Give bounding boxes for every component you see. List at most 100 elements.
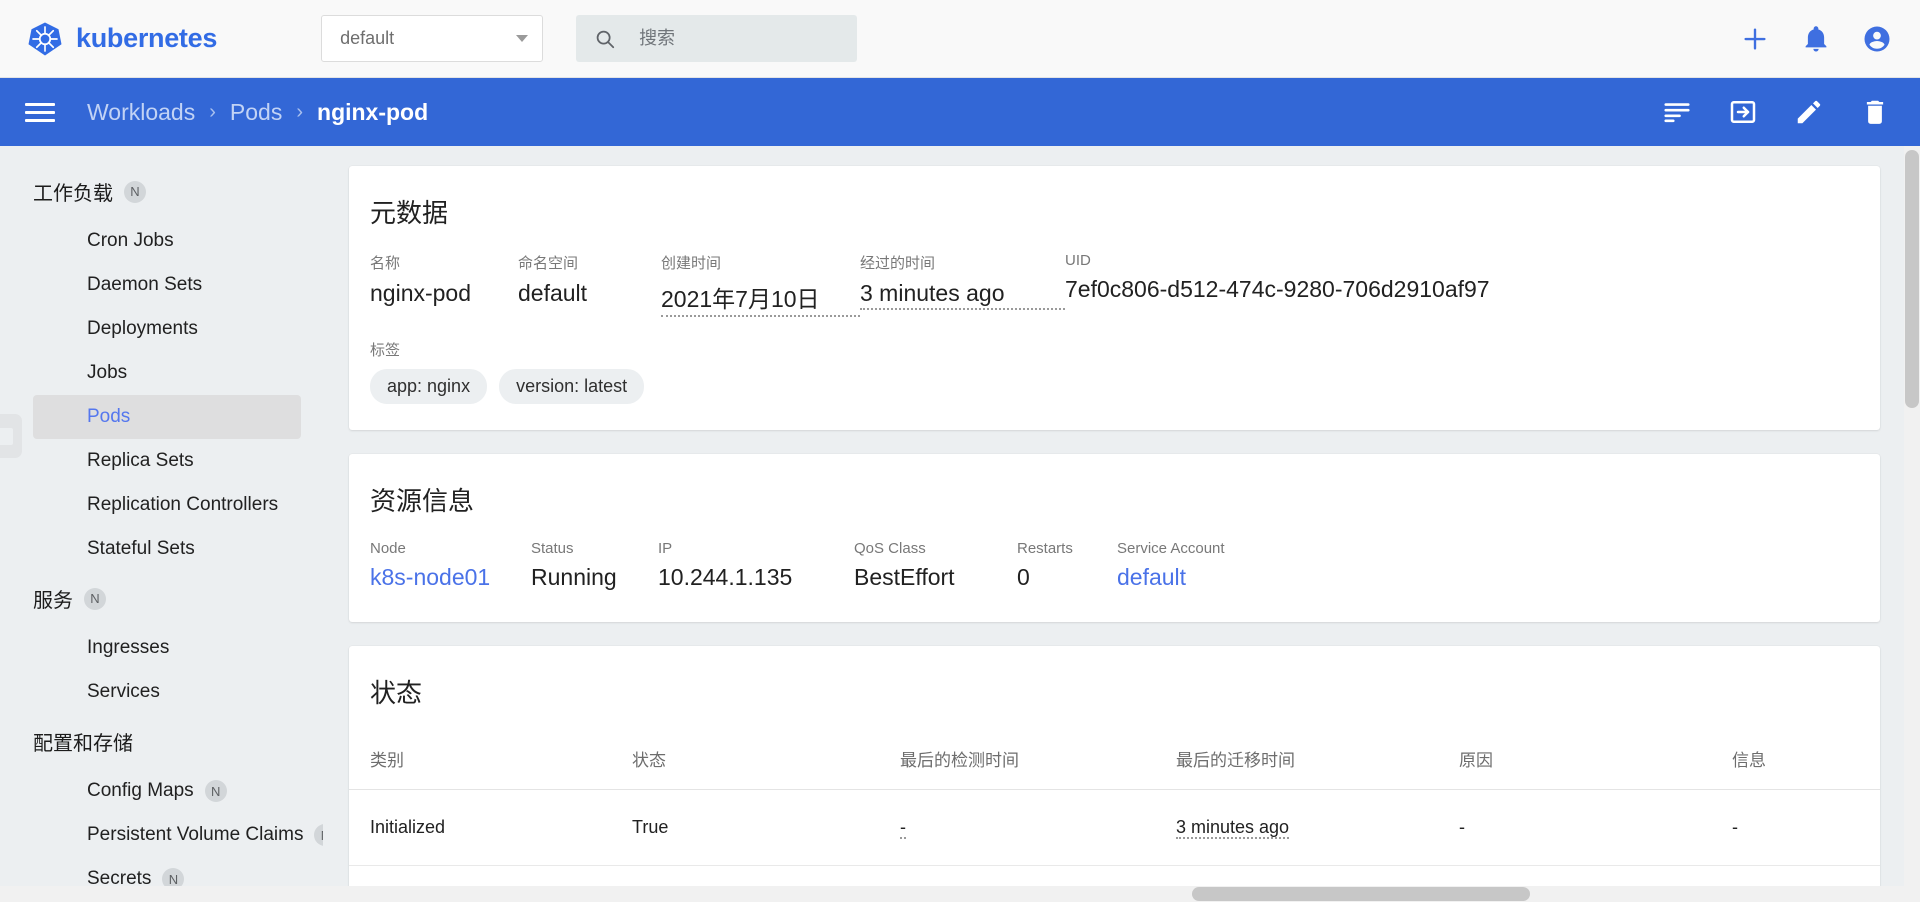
sidebar-group-workloads: 工作负载 N — [0, 164, 323, 219]
column-header-last-transition-time[interactable]: 最后的迁移时间 — [1176, 738, 1459, 790]
search-icon — [596, 30, 615, 48]
field-value: 10.244.1.135 — [658, 564, 793, 590]
pencil-edit-icon[interactable] — [1794, 97, 1824, 127]
sidebar-item-persistent-volume-claims[interactable]: Persistent Volume Claims N — [33, 813, 323, 857]
resource-field-restarts: Restarts 0 — [1017, 540, 1117, 591]
cell-value[interactable]: 3 minutes ago — [1176, 817, 1290, 839]
sidebar-item-label: Persistent Volume Claims — [87, 824, 304, 845]
breadcrumb-item-workloads[interactable]: Workloads — [87, 99, 195, 126]
cell-reason: - — [1459, 789, 1732, 866]
plus-icon[interactable] — [1740, 24, 1770, 54]
sidebar-group-services: 服务 N — [0, 571, 323, 626]
sidebar-item-label: Services — [87, 681, 160, 702]
field-label: 名称 — [370, 255, 401, 272]
search-box[interactable] — [576, 15, 858, 62]
breadcrumb-item-pods[interactable]: Pods — [230, 99, 282, 126]
label-chip[interactable]: version: latest — [499, 369, 645, 404]
cell-value[interactable]: - — [900, 817, 906, 839]
breadcrumb-actions — [1662, 97, 1890, 127]
sidebar-item-badge: N — [314, 824, 323, 846]
column-header-reason[interactable]: 原因 — [1459, 738, 1732, 790]
breadcrumb-separator: › — [296, 101, 304, 123]
cell-last-probe-time: - — [900, 789, 1176, 866]
hamburger-menu-icon[interactable] — [25, 98, 55, 127]
column-header-last-probe-time[interactable]: 最后的检测时间 — [900, 738, 1176, 790]
table-row[interactable]: Initialized True - 3 minutes ago - - — [349, 789, 1880, 866]
sidebar-item-pods[interactable]: Pods — [33, 395, 301, 439]
sidebar-group-badge: N — [124, 180, 146, 203]
exec-terminal-icon[interactable] — [1728, 97, 1758, 127]
field-value[interactable]: 3 minutes ago — [860, 280, 1065, 310]
top-app-bar: kubernetes default — [0, 0, 1920, 78]
field-value[interactable]: k8s-node01 — [370, 564, 531, 591]
status-conditions-table: 类别 状态 最后的检测时间 最后的迁移时间 原因 信息 Initialized … — [349, 738, 1880, 902]
metadata-field-labels: 标签 app: nginx version: latest — [370, 339, 645, 404]
sidebar-item-label: Cron Jobs — [87, 230, 174, 251]
field-label: 命名空间 — [518, 255, 579, 272]
field-label: Node — [370, 540, 406, 557]
main-content: 元数据 名称 nginx-pod 命名空间 default 创建时间 2021年… — [323, 146, 1906, 902]
resource-fields-row: Node k8s-node01 Status Running IP 10.244… — [349, 518, 1880, 622]
sidebar-item-deployments[interactable]: Deployments — [33, 307, 301, 351]
sidebar-item-cron-jobs[interactable]: Cron Jobs — [33, 219, 301, 263]
cell-type: Initialized — [349, 789, 632, 866]
sidebar-item-ingresses[interactable]: Ingresses — [33, 626, 301, 670]
brand-name: kubernetes — [76, 23, 218, 53]
field-label: UID — [1065, 252, 1091, 269]
sidebar-group-label: 工作负载 — [33, 183, 113, 205]
vertical-scrollbar-thumb[interactable] — [1905, 150, 1919, 408]
column-header-status[interactable]: 状态 — [632, 738, 900, 790]
sidebar-group-config-storage: 配置和存储 — [0, 714, 323, 769]
resource-info-card-title: 资源信息 — [370, 486, 475, 516]
status-table-header-row: 类别 状态 最后的检测时间 最后的迁移时间 原因 信息 — [349, 738, 1880, 790]
trash-delete-icon[interactable] — [1860, 97, 1890, 127]
sidebar-item-replication-controllers[interactable]: Replication Controllers — [33, 483, 301, 527]
bell-icon[interactable] — [1801, 24, 1831, 54]
sidebar-item-services[interactable]: Services — [33, 670, 301, 714]
chevron-down-icon — [516, 35, 529, 42]
sidebar-item-label: Jobs — [87, 362, 128, 383]
label-chip-list: app: nginx version: latest — [370, 369, 645, 404]
field-label: 标签 — [370, 342, 401, 359]
sidebar-item-badge: N — [204, 780, 227, 802]
account-circle-icon[interactable] — [1862, 24, 1892, 54]
sidebar-item-label: Replication Controllers — [87, 494, 279, 515]
horizontal-scrollbar-thumb[interactable] — [1192, 887, 1530, 901]
metadata-card-title: 元数据 — [370, 198, 449, 228]
sidebar-item-daemon-sets[interactable]: Daemon Sets — [33, 263, 301, 307]
namespace-selected-value: default — [340, 28, 395, 48]
sidebar-collapse-handle[interactable] — [0, 414, 22, 458]
brand-logo-area[interactable]: kubernetes — [27, 21, 217, 57]
field-value: 0 — [1017, 564, 1030, 590]
metadata-labels-row: 标签 app: nginx version: latest — [349, 317, 1880, 430]
sidebar-item-stateful-sets[interactable]: Stateful Sets — [33, 527, 301, 571]
sidebar-item-label: Replica Sets — [87, 450, 194, 471]
field-label: Service Account — [1117, 540, 1225, 557]
metadata-field-creation-time: 创建时间 2021年7月10日 — [661, 252, 860, 317]
field-value[interactable]: default — [1117, 564, 1225, 591]
column-header-type[interactable]: 类别 — [349, 738, 632, 790]
field-value: default — [518, 280, 588, 306]
breadcrumb-separator: › — [209, 101, 216, 123]
breadcrumb-bar: Workloads › Pods › nginx-pod — [0, 78, 1920, 146]
search-input[interactable] — [637, 27, 840, 50]
sidebar-item-replica-sets[interactable]: Replica Sets — [33, 439, 301, 483]
namespace-selector[interactable]: default — [321, 15, 544, 62]
logs-icon[interactable] — [1662, 97, 1692, 127]
field-value[interactable]: 2021年7月10日 — [661, 280, 860, 317]
horizontal-scrollbar-track[interactable] — [0, 886, 1920, 902]
field-value: 7ef0c806-d512-474c-9280-706d2910af97 — [1065, 276, 1490, 302]
sidebar-item-label: Stateful Sets — [87, 538, 195, 559]
status-card: 状态 类别 状态 最后的检测时间 最后的迁移时间 原因 信息 Initializ… — [349, 646, 1880, 902]
metadata-field-uid: UID 7ef0c806-d512-474c-9280-706d2910af97 — [1065, 252, 1490, 317]
sidebar-item-config-maps[interactable]: Config Maps N — [33, 769, 301, 813]
resource-field-node: Node k8s-node01 — [370, 540, 531, 591]
breadcrumb-item-current: nginx-pod — [317, 98, 429, 125]
sidebar-item-jobs[interactable]: Jobs — [33, 351, 301, 395]
label-chip[interactable]: app: nginx — [370, 369, 488, 404]
field-value: BestEffort — [854, 564, 955, 590]
topbar-actions — [1740, 24, 1892, 54]
field-label: QoS Class — [854, 540, 926, 557]
breadcrumb: Workloads › Pods › nginx-pod — [87, 99, 428, 126]
column-header-message[interactable]: 信息 — [1732, 738, 1880, 790]
